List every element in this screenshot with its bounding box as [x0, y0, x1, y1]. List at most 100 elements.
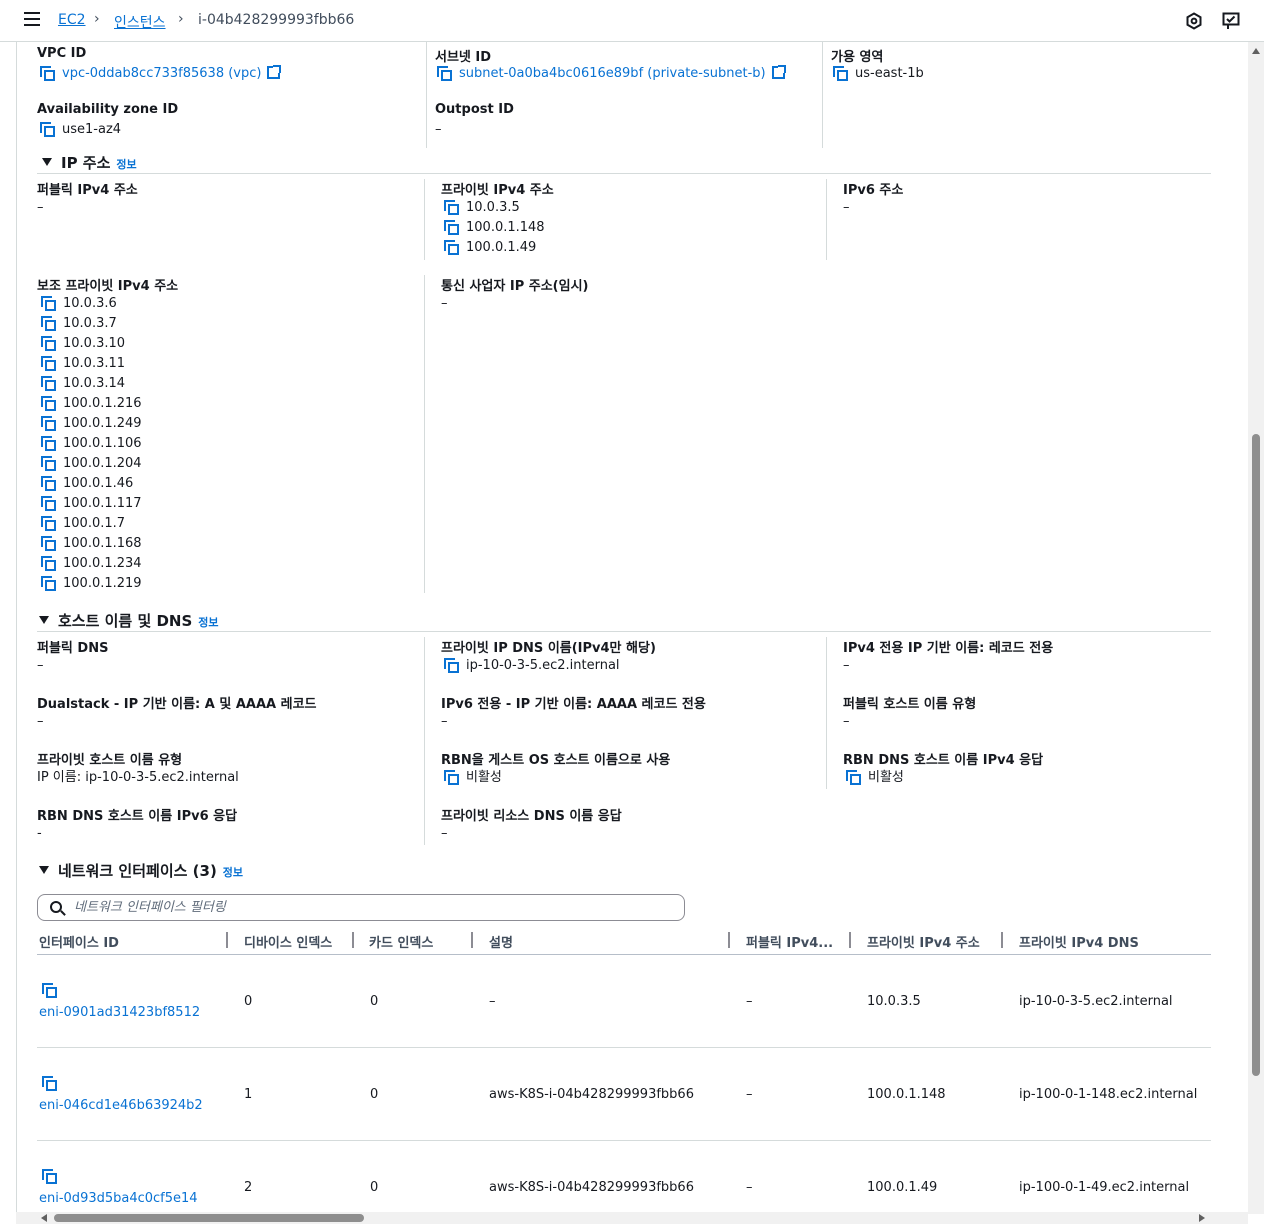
vpc-id-label: VPC ID: [37, 46, 87, 61]
eni-id-link[interactable]: eni-0d93d5ba4c0cf5e14: [39, 1191, 198, 1206]
caret-down-icon[interactable]: [39, 866, 49, 874]
horizontal-scrollbar[interactable]: [16, 1212, 1248, 1224]
caret-down-icon[interactable]: [42, 158, 52, 166]
secondary-private-ipv4-item: 100.0.1.216: [38, 395, 142, 413]
copy-icon[interactable]: [437, 66, 453, 82]
settings-hexagon-icon[interactable]: [1185, 12, 1203, 30]
eni-info-link[interactable]: 정보: [223, 866, 243, 879]
col-header-interface-id[interactable]: 인터페이스 ID: [39, 932, 119, 951]
copy-icon[interactable]: [41, 316, 57, 332]
copy-icon[interactable]: [833, 66, 849, 82]
column-divider: [822, 42, 823, 148]
external-link-icon[interactable]: [267, 65, 282, 79]
feedback-icon[interactable]: [1222, 12, 1240, 30]
copy-icon[interactable]: [444, 658, 460, 674]
rbn-guest-hostname-text: 비활성: [466, 770, 502, 785]
secondary-private-ipv4-text: 10.0.3.10: [63, 336, 126, 351]
dns-info-link[interactable]: 정보: [198, 616, 218, 629]
ipv4-only-name-label: IPv4 전용 IP 기반 이름: 레코드 전용: [843, 641, 1054, 656]
copy-icon[interactable]: [444, 200, 460, 216]
ip-section-title[interactable]: IP 주소 정보: [42, 152, 137, 173]
col-header-public-ipv4[interactable]: 퍼블릭 IPv4...: [746, 932, 833, 951]
dualstack-value: –: [37, 714, 44, 729]
subnet-id-link[interactable]: subnet-0a0ba4bc0616e89bf (private-subnet…: [459, 66, 766, 81]
rbn-guest-hostname-label: RBN을 게스트 OS 호스트 이름으로 사용: [441, 753, 671, 768]
secondary-private-ipv4-item: 100.0.1.117: [38, 495, 142, 513]
eni-id-link[interactable]: eni-0901ad31423bf8512: [39, 1005, 200, 1020]
copy-icon[interactable]: [41, 456, 57, 472]
copy-icon[interactable]: [41, 556, 57, 572]
horizontal-scroll-thumb[interactable]: [54, 1214, 364, 1222]
copy-icon[interactable]: [444, 770, 460, 786]
copy-icon[interactable]: [41, 536, 57, 552]
cell-public-ipv4: –: [746, 1180, 753, 1195]
eni-id-link[interactable]: eni-046cd1e46b63924b2: [39, 1098, 203, 1113]
secondary-private-ipv4-text: 100.0.1.249: [63, 416, 142, 431]
hamburger-menu-icon[interactable]: [24, 12, 40, 26]
column-resizer[interactable]: [226, 932, 228, 948]
copy-icon[interactable]: [846, 770, 862, 786]
copy-icon[interactable]: [41, 416, 57, 432]
col-header-card-index[interactable]: 카드 인덱스: [369, 932, 433, 951]
secondary-private-ipv4-item: 100.0.1.7: [38, 515, 125, 533]
column-resizer[interactable]: [849, 932, 851, 948]
eni-section-title[interactable]: 네트워크 인터페이스 (3) 정보: [39, 860, 243, 881]
copy-icon[interactable]: [41, 496, 57, 512]
vertical-scroll-thumb[interactable]: [1252, 434, 1260, 1076]
caret-down-icon[interactable]: [39, 616, 49, 624]
column-resizer[interactable]: [471, 932, 473, 948]
ip-info-link[interactable]: 정보: [116, 158, 136, 171]
copy-icon[interactable]: [40, 122, 56, 138]
cell-device-index: 2: [244, 1180, 253, 1195]
copy-icon[interactable]: [41, 296, 57, 312]
secondary-private-ipv4-item: 10.0.3.10: [38, 335, 125, 353]
column-resizer[interactable]: [728, 932, 730, 948]
eni-filter-input[interactable]: [74, 898, 674, 917]
secondary-private-ipv4-item: 100.0.1.249: [38, 415, 142, 433]
external-link-icon[interactable]: [771, 65, 786, 79]
availability-zone-label: 가용 영역: [831, 50, 884, 65]
cell-device-index: 0: [244, 994, 253, 1009]
secondary-private-ipv4-text: 100.0.1.216: [63, 396, 142, 411]
copy-icon[interactable]: [42, 1169, 58, 1185]
col-header-description[interactable]: 설명: [489, 932, 513, 951]
copy-icon[interactable]: [41, 516, 57, 532]
private-ipv4-label: 프라이빗 IPv4 주소: [441, 183, 554, 198]
vpc-id-link[interactable]: vpc-0ddab8cc733f85638 (vpc): [62, 66, 261, 81]
copy-icon[interactable]: [41, 396, 57, 412]
secondary-private-ipv4-item: 100.0.1.204: [38, 455, 142, 473]
col-header-private-ipv4[interactable]: 프라이빗 IPv4 주소: [867, 932, 980, 951]
breadcrumb-instances[interactable]: 인스턴스: [114, 12, 166, 32]
carrier-ip-label: 통신 사업자 IP 주소(임시): [441, 279, 589, 294]
rbn-ipv6-response-value: -: [37, 826, 42, 841]
ipv6-label: IPv6 주소: [843, 183, 904, 198]
copy-icon[interactable]: [444, 240, 460, 256]
private-ipv4-text: 10.0.3.5: [466, 200, 520, 215]
copy-icon[interactable]: [41, 336, 57, 352]
column-resizer[interactable]: [352, 932, 354, 948]
copy-icon[interactable]: [42, 983, 58, 999]
copy-icon[interactable]: [41, 376, 57, 392]
copy-icon[interactable]: [41, 436, 57, 452]
eni-filter-box[interactable]: [37, 894, 685, 921]
column-divider: [424, 179, 425, 260]
col-header-device-index[interactable]: 디바이스 인덱스: [244, 932, 332, 951]
copy-icon[interactable]: [41, 576, 57, 592]
breadcrumb-ec2[interactable]: EC2: [58, 12, 86, 28]
scroll-up-arrow-icon[interactable]: [1252, 48, 1260, 54]
private-hostname-type-value: IP 이름: ip-10-0-3-5.ec2.internal: [37, 770, 239, 785]
copy-icon[interactable]: [40, 66, 56, 82]
copy-icon[interactable]: [41, 356, 57, 372]
public-hostname-type-value: –: [843, 714, 850, 729]
copy-icon[interactable]: [41, 476, 57, 492]
dns-section-title[interactable]: 호스트 이름 및 DNS 정보: [39, 610, 219, 631]
copy-icon[interactable]: [42, 1076, 58, 1092]
scroll-left-arrow-icon[interactable]: [41, 1214, 47, 1222]
table-row: eni-0901ad31423bf8512 0 0 – – 10.0.3.5 ip-10-0…: [17, 955, 1217, 1048]
col-header-private-ipv4-dns[interactable]: 프라이빗 IPv4 DNS: [1019, 932, 1139, 951]
column-resizer[interactable]: [1001, 932, 1003, 948]
vertical-scrollbar[interactable]: [1248, 42, 1264, 1214]
copy-icon[interactable]: [444, 220, 460, 236]
scroll-right-arrow-icon[interactable]: [1199, 1214, 1205, 1222]
secondary-private-ipv4-text: 100.0.1.219: [63, 576, 142, 591]
